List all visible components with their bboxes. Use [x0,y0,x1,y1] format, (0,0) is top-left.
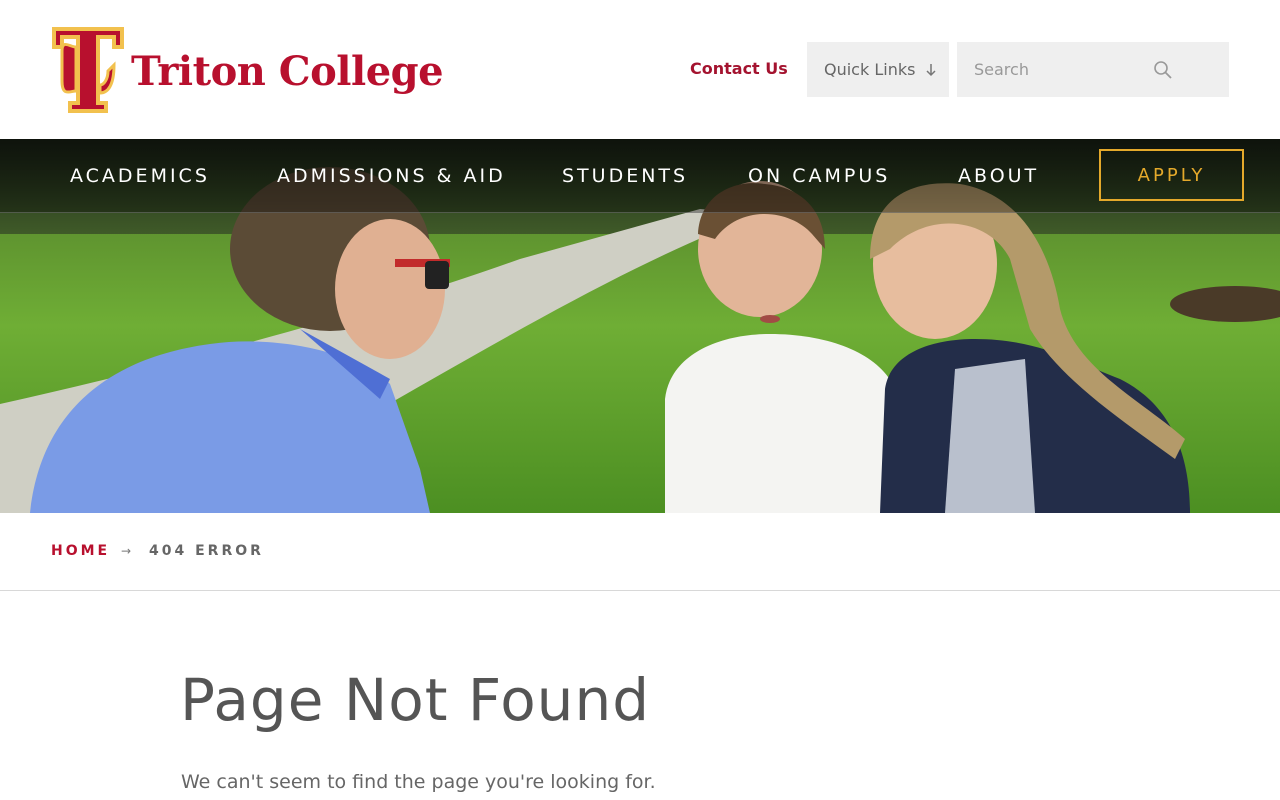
contact-us-link[interactable]: Contact Us [690,59,788,78]
hero-banner: ACADEMICS ADMISSIONS & AID STUDENTS ON C… [0,139,1280,513]
search-box [957,42,1229,97]
nav-item-students[interactable]: STUDENTS [562,165,688,187]
site-name: Triton College [131,47,444,95]
quick-links-label: Quick Links [824,60,916,79]
nav-item-admissions-aid[interactable]: ADMISSIONS & AID [277,165,506,187]
search-icon[interactable] [1153,60,1173,80]
error-message: We can't seem to find the page you're lo… [181,771,656,793]
nav-item-on-campus[interactable]: ON CAMPUS [748,165,890,187]
breadcrumb-home-link[interactable]: HOME [51,543,110,559]
search-input[interactable] [974,60,1164,79]
main-nav: ACADEMICS ADMISSIONS & AID STUDENTS ON C… [0,139,1280,213]
breadcrumb-current: 404 ERROR [149,543,264,559]
nav-item-about[interactable]: ABOUT [958,165,1039,187]
quick-links-button[interactable]: Quick Links [807,42,949,97]
breadcrumb: HOME → 404 ERROR [0,513,1280,591]
apply-button[interactable]: APPLY [1099,149,1244,201]
page-title: Page Not Found [180,666,651,734]
nav-item-academics[interactable]: ACADEMICS [70,165,210,187]
breadcrumb-separator-icon: → [121,544,132,558]
tc-monogram-logo [52,27,124,113]
site-header: Triton College Contact Us Quick Links [0,0,1280,139]
arrow-down-icon [926,63,936,76]
site-logo[interactable]: Triton College [50,25,444,115]
